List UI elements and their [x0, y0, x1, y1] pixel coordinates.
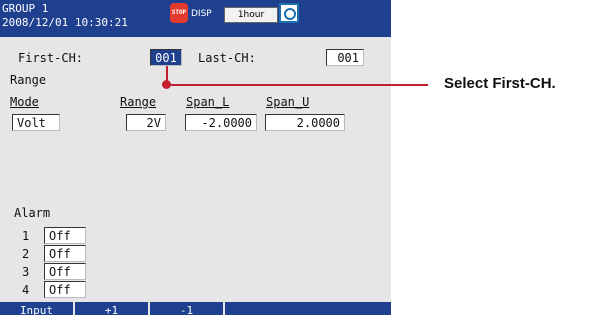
callout-text: Select First-CH. — [444, 75, 556, 92]
alarm-field-2[interactable]: Off — [44, 245, 86, 262]
softkey-plus-one[interactable]: +1 — [75, 302, 150, 315]
span-l-label: Span_L — [186, 95, 230, 109]
last-ch-field[interactable]: 001 — [326, 49, 364, 66]
alarm-row-number: 3 — [22, 265, 30, 279]
group-name: GROUP 1 — [2, 2, 49, 15]
alarm-row-number: 4 — [22, 283, 30, 297]
callout-line — [166, 84, 428, 86]
span-u-field[interactable]: 2.0000 — [265, 114, 345, 131]
callout-dot — [162, 80, 171, 89]
softkey-minus-one[interactable]: -1 — [150, 302, 225, 315]
range-section-label: Range — [10, 73, 47, 87]
instrument-screen: GROUP 1 2008/12/01 10:30:21 STOP DISP 1h… — [0, 0, 391, 315]
first-ch-field[interactable]: 001 — [150, 49, 182, 66]
alarm-row-number: 2 — [22, 247, 30, 261]
softkey-input[interactable]: Input — [0, 302, 75, 315]
alarm-section-label: Alarm — [14, 206, 51, 220]
first-ch-label: First-CH: — [18, 51, 84, 65]
interval-box[interactable]: 1hour — [224, 7, 278, 23]
camera-icon[interactable] — [279, 3, 299, 23]
alarm-field-4[interactable]: Off — [44, 281, 86, 298]
alarm-field-3[interactable]: Off — [44, 263, 86, 280]
datetime: 2008/12/01 10:30:21 — [2, 16, 128, 29]
last-ch-label: Last-CH: — [198, 51, 256, 65]
stop-icon: STOP — [170, 3, 188, 23]
softkey-bar: Input +1 -1 — [0, 302, 391, 315]
alarm-field-1[interactable]: Off — [44, 227, 86, 244]
range-label: Range — [120, 95, 157, 109]
mode-label: Mode — [10, 95, 39, 109]
alarm-row-number: 1 — [22, 229, 30, 243]
disp-label: DISP — [191, 9, 212, 19]
range-field[interactable]: 2V — [126, 114, 166, 131]
span-l-field[interactable]: -2.0000 — [185, 114, 257, 131]
mode-field[interactable]: Volt — [12, 114, 60, 131]
span-u-label: Span_U — [266, 95, 310, 109]
status-bar: GROUP 1 2008/12/01 10:30:21 STOP DISP 1h… — [0, 0, 391, 37]
